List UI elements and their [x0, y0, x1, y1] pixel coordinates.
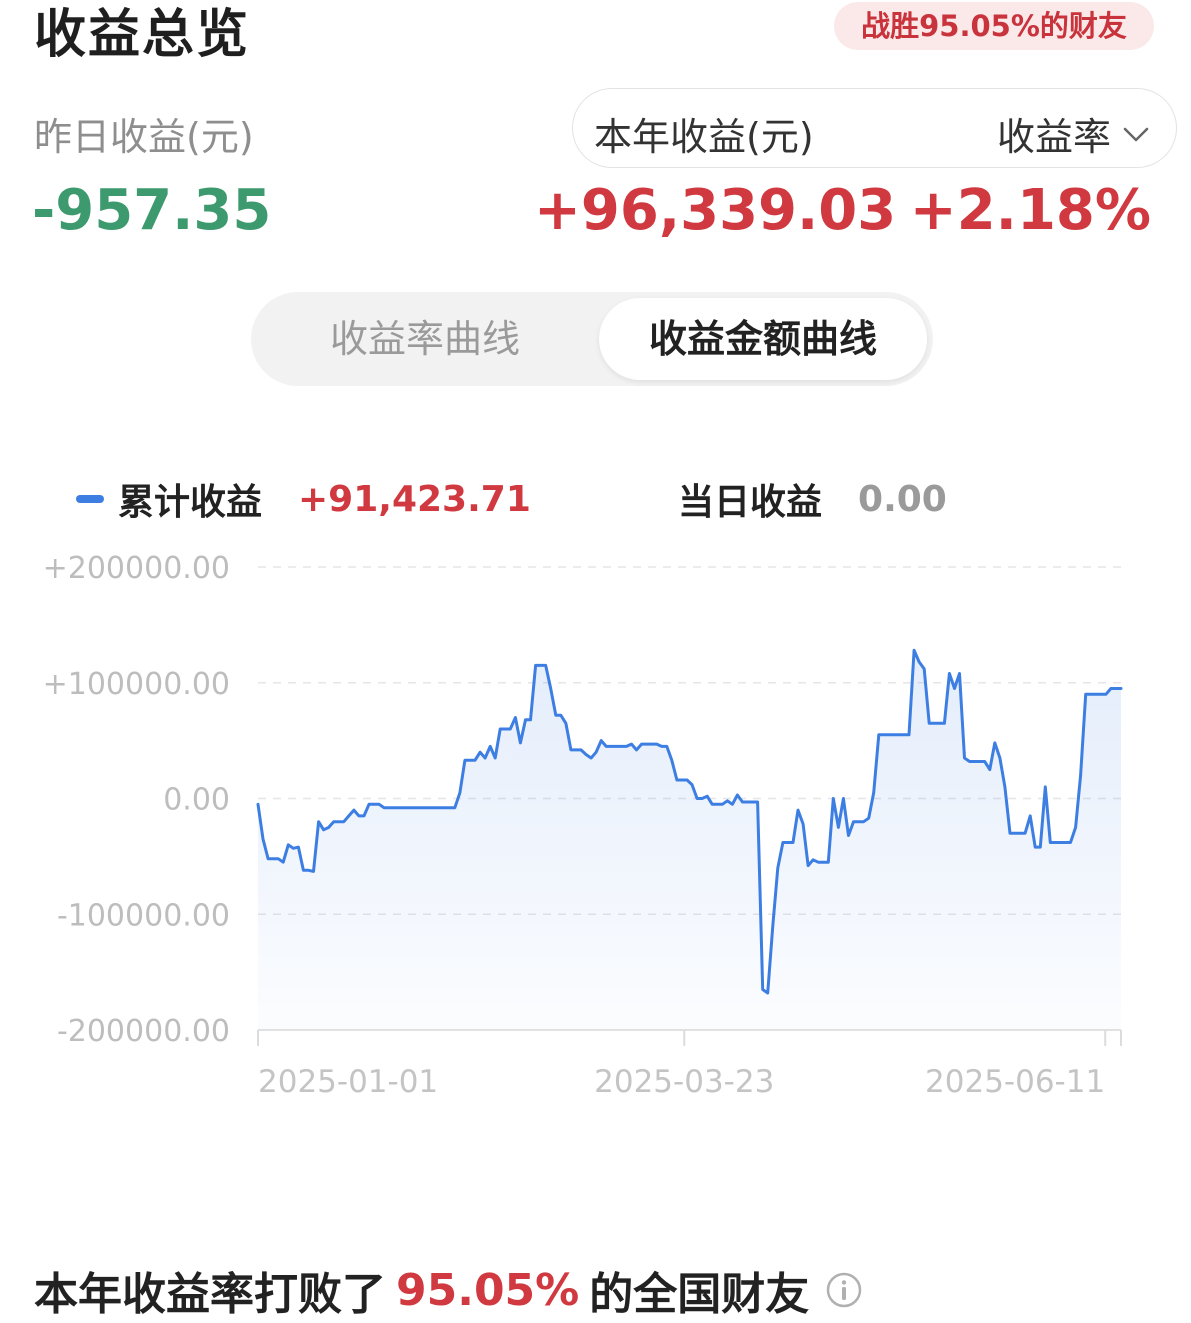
y-tick-label: +200000.00 [43, 551, 230, 586]
page-title: 收益总览 [34, 5, 251, 65]
y-tick-label: 0.00 [163, 783, 230, 818]
legend-daily-value: 0.00 [858, 478, 947, 520]
legend-cumulative-label: 累计收益 [118, 482, 263, 523]
cumulative-earnings-chart[interactable]: +200000.00 +100000.00 0.00 -100000.00 -20000… [0, 540, 1191, 1120]
y-tick-label: -200000.00 [57, 1014, 230, 1049]
ranking-statement: 本年收益率打败了 95.05% 的全国财友 [34, 1258, 863, 1322]
legend-daily: 当日收益 0.00 [678, 474, 947, 524]
ranking-percent: 95.05% [396, 1264, 580, 1316]
tab-amount-curve[interactable]: 收益金额曲线 [599, 298, 927, 380]
yesterday-value: -957.35 [32, 178, 272, 243]
y-tick-label: +100000.00 [43, 667, 230, 702]
legend-cumulative: 累计收益 +91,423.71 [76, 474, 531, 524]
tab-rate-curve[interactable]: 收益率曲线 [257, 298, 593, 380]
ranking-suffix: 的全国财友 [589, 1269, 810, 1320]
curve-toggle: 收益率曲线 收益金额曲线 [251, 292, 933, 386]
year-value: +96,339.03 [534, 178, 897, 243]
chevron-down-icon [1123, 127, 1149, 141]
x-tick-label: 2025-06-11 [925, 1064, 1105, 1100]
year-label: 本年收益(元) [594, 115, 814, 159]
rate-value: +2.18% [909, 178, 1151, 243]
info-icon[interactable] [825, 1271, 863, 1309]
cumulative-area [258, 650, 1121, 1030]
x-tick-label: 2025-03-23 [594, 1064, 774, 1100]
rate-dropdown-label: 收益率 [996, 115, 1111, 159]
yesterday-label: 昨日收益(元) [34, 115, 254, 159]
legend-daily-label: 当日收益 [678, 482, 823, 523]
rate-dropdown[interactable]: 收益率 [997, 106, 1151, 161]
ranking-prefix: 本年收益率打败了 [34, 1269, 386, 1320]
series-line-swatch [76, 495, 104, 503]
beat-badge: 战胜95.05%的财友 [834, 2, 1154, 50]
x-tick-label: 2025-01-01 [258, 1064, 438, 1100]
y-tick-label: -100000.00 [57, 898, 230, 933]
legend-cumulative-value: +91,423.71 [298, 478, 531, 520]
